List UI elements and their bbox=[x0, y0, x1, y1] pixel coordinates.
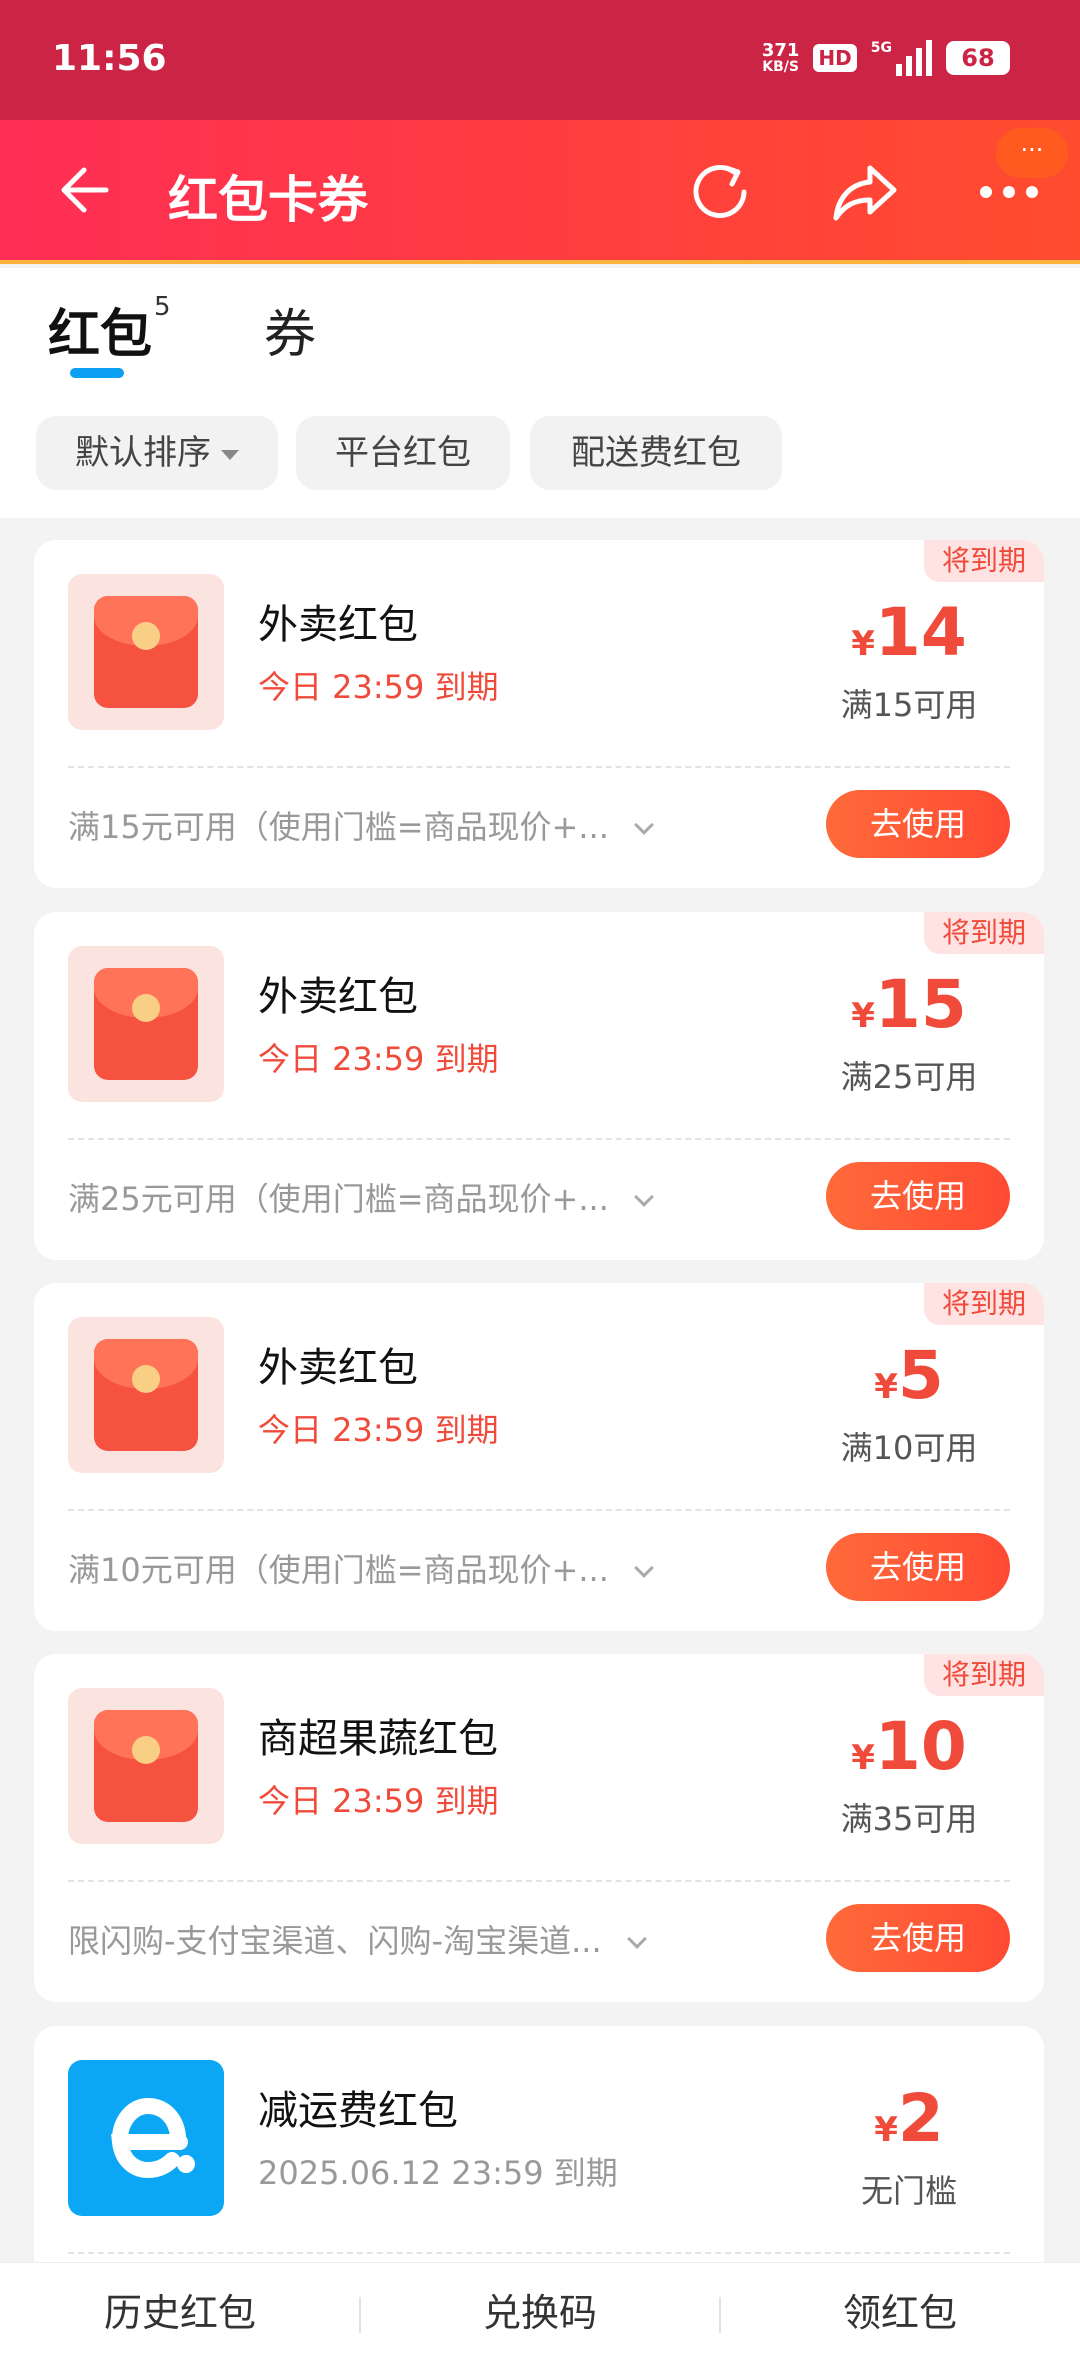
currency-symbol: ¥ bbox=[851, 1738, 875, 1778]
coupon-condition: 满35可用 bbox=[840, 1800, 978, 1838]
coupon-condition: 无门槛 bbox=[860, 2172, 957, 2210]
dashed-divider bbox=[68, 766, 1010, 768]
coupon-title: 外卖红包 bbox=[258, 1345, 418, 1391]
filter-delivery-red-packet[interactable]: 配送费红包 bbox=[530, 416, 782, 490]
coupon-expiry: 今日 23:59 到期 bbox=[258, 668, 499, 706]
filter-sort-dropdown[interactable]: 默认排序 bbox=[36, 416, 278, 490]
tab-red-packet[interactable]: 红包 5 bbox=[48, 292, 171, 367]
amount-value: 10 bbox=[874, 1708, 967, 1785]
amount-value: 14 bbox=[874, 594, 967, 671]
app-bar: 红包卡券 ··· bbox=[0, 120, 1080, 264]
coupon-title: 减运费红包 bbox=[258, 2088, 458, 2134]
history-red-packets-button[interactable]: 历史红包 bbox=[0, 2263, 360, 2376]
coupon-amount: ¥15 bbox=[824, 966, 994, 1043]
dropdown-arrow-icon bbox=[221, 449, 239, 460]
red-packet-icon bbox=[68, 946, 224, 1102]
use-button[interactable]: 去使用 bbox=[826, 790, 1010, 858]
status-icons: 371 KB/S HD 5G 68 bbox=[762, 40, 1010, 76]
refresh-icon[interactable] bbox=[686, 158, 754, 226]
share-icon[interactable] bbox=[830, 158, 900, 226]
coupon-condition: 满15可用 bbox=[840, 686, 978, 724]
coupon-amount: ¥14 bbox=[824, 594, 994, 671]
hd-icon: HD bbox=[813, 44, 857, 72]
eleme-logo-icon bbox=[68, 2060, 224, 2216]
red-packet-icon bbox=[68, 1688, 224, 1844]
coupon-description[interactable]: 满15元可用（使用门槛=商品现价+... bbox=[68, 802, 654, 848]
expiring-badge: 将到期 bbox=[924, 540, 1044, 582]
red-packet-icon bbox=[68, 1317, 224, 1473]
chevron-down-icon[interactable] bbox=[633, 1558, 654, 1578]
status-time: 11:56 bbox=[52, 38, 167, 79]
tab-red-packet-count: 5 bbox=[154, 292, 171, 322]
coupon-title: 商超果蔬红包 bbox=[258, 1716, 498, 1762]
expiring-badge: 将到期 bbox=[924, 1283, 1044, 1325]
network-speed: 371 KB/S bbox=[761, 40, 800, 75]
more-options-icon[interactable] bbox=[974, 172, 1044, 212]
coupon-condition: 满25可用 bbox=[840, 1058, 978, 1096]
coupon-description[interactable]: 满25元可用（使用门槛=商品现价+... bbox=[68, 1174, 654, 1220]
chevron-down-icon[interactable] bbox=[633, 815, 654, 835]
expiring-badge: 将到期 bbox=[924, 1654, 1044, 1696]
claim-red-packet-button[interactable]: 领红包 bbox=[720, 2263, 1080, 2376]
amount-value: 2 bbox=[897, 2080, 944, 2157]
coupon-expiry: 今日 23:59 到期 bbox=[258, 1782, 499, 1820]
currency-symbol: ¥ bbox=[874, 1367, 898, 1407]
coupon-card[interactable]: 将到期 外卖红包 今日 23:59 到期 ¥15 满25可用 满25元可用（使用… bbox=[34, 912, 1044, 1260]
use-button[interactable]: 去使用 bbox=[826, 1533, 1010, 1601]
coupon-title: 外卖红包 bbox=[258, 974, 418, 1020]
coupon-description-text: 满10元可用（使用门槛=商品现价+... bbox=[68, 1551, 609, 1589]
bottom-bar: 历史红包 兑换码 领红包 bbox=[0, 2262, 1080, 2376]
amount-value: 5 bbox=[897, 1337, 944, 1414]
coupon-description-text: 满25元可用（使用门槛=商品现价+... bbox=[68, 1180, 609, 1218]
more-badge[interactable]: ··· bbox=[996, 128, 1068, 178]
currency-symbol: ¥ bbox=[874, 2110, 898, 2150]
dashed-divider bbox=[68, 1509, 1010, 1511]
dashed-divider bbox=[68, 1138, 1010, 1140]
dashed-divider bbox=[68, 2252, 1010, 2254]
coupon-card[interactable]: 将到期 外卖红包 今日 23:59 到期 ¥14 满15可用 满15元可用（使用… bbox=[34, 540, 1044, 888]
tab-indicator bbox=[70, 368, 124, 378]
coupon-expiry: 今日 23:59 到期 bbox=[258, 1040, 499, 1078]
coupon-description-text: 满15元可用（使用门槛=商品现价+... bbox=[68, 808, 609, 846]
tabs-area: 红包 5 券 默认排序 平台红包 配送费红包 bbox=[0, 268, 1080, 518]
amount-value: 15 bbox=[874, 966, 967, 1043]
coupon-expiry: 今日 23:59 到期 bbox=[258, 1411, 499, 1449]
coupon-title: 外卖红包 bbox=[258, 602, 418, 648]
chevron-down-icon[interactable] bbox=[626, 1929, 647, 1949]
coupon-description[interactable]: 限闪购-支付宝渠道、闪购-淘宝渠道... bbox=[68, 1916, 647, 1962]
dashed-divider bbox=[68, 1880, 1010, 1882]
battery-icon: 68 bbox=[946, 41, 1010, 75]
signal-type: 5G bbox=[870, 40, 892, 56]
network-speed-value: 371 bbox=[761, 40, 800, 61]
signal-icon: 5G bbox=[871, 40, 932, 76]
tab-coupon[interactable]: 券 bbox=[264, 292, 316, 367]
coupon-card[interactable]: 将到期 外卖红包 今日 23:59 到期 ¥5 满10可用 满10元可用（使用门… bbox=[34, 1283, 1044, 1631]
coupon-amount: ¥5 bbox=[824, 1337, 994, 1414]
coupon-description[interactable]: 满10元可用（使用门槛=商品现价+... bbox=[68, 1545, 654, 1591]
use-button[interactable]: 去使用 bbox=[826, 1904, 1010, 1972]
coupon-amount: ¥10 bbox=[824, 1708, 994, 1785]
coupon-card[interactable]: 将到期 商超果蔬红包 今日 23:59 到期 ¥10 满35可用 限闪购-支付宝… bbox=[34, 1654, 1044, 2002]
filter-platform-red-packet[interactable]: 平台红包 bbox=[296, 416, 510, 490]
coupon-condition: 满10可用 bbox=[840, 1429, 978, 1467]
redeem-code-button[interactable]: 兑换码 bbox=[360, 2263, 720, 2376]
back-arrow-icon[interactable] bbox=[54, 162, 110, 218]
chevron-down-icon[interactable] bbox=[633, 1187, 654, 1207]
filter-sort-label: 默认排序 bbox=[75, 433, 211, 473]
status-bar: 11:56 371 KB/S HD 5G 68 bbox=[0, 0, 1080, 120]
red-packet-icon bbox=[68, 574, 224, 730]
use-button[interactable]: 去使用 bbox=[826, 1162, 1010, 1230]
expiring-badge: 将到期 bbox=[924, 912, 1044, 954]
coupon-description-text: 限闪购-支付宝渠道、闪购-淘宝渠道... bbox=[68, 1922, 602, 1960]
tab-red-packet-label: 红包 bbox=[48, 305, 153, 365]
network-speed-unit: KB/S bbox=[762, 59, 799, 75]
coupon-amount: ¥2 bbox=[824, 2080, 994, 2157]
page-title: 红包卡券 bbox=[168, 171, 368, 229]
currency-symbol: ¥ bbox=[851, 996, 875, 1036]
currency-symbol: ¥ bbox=[851, 624, 875, 664]
coupon-expiry: 2025.06.12 23:59 到期 bbox=[258, 2154, 618, 2192]
